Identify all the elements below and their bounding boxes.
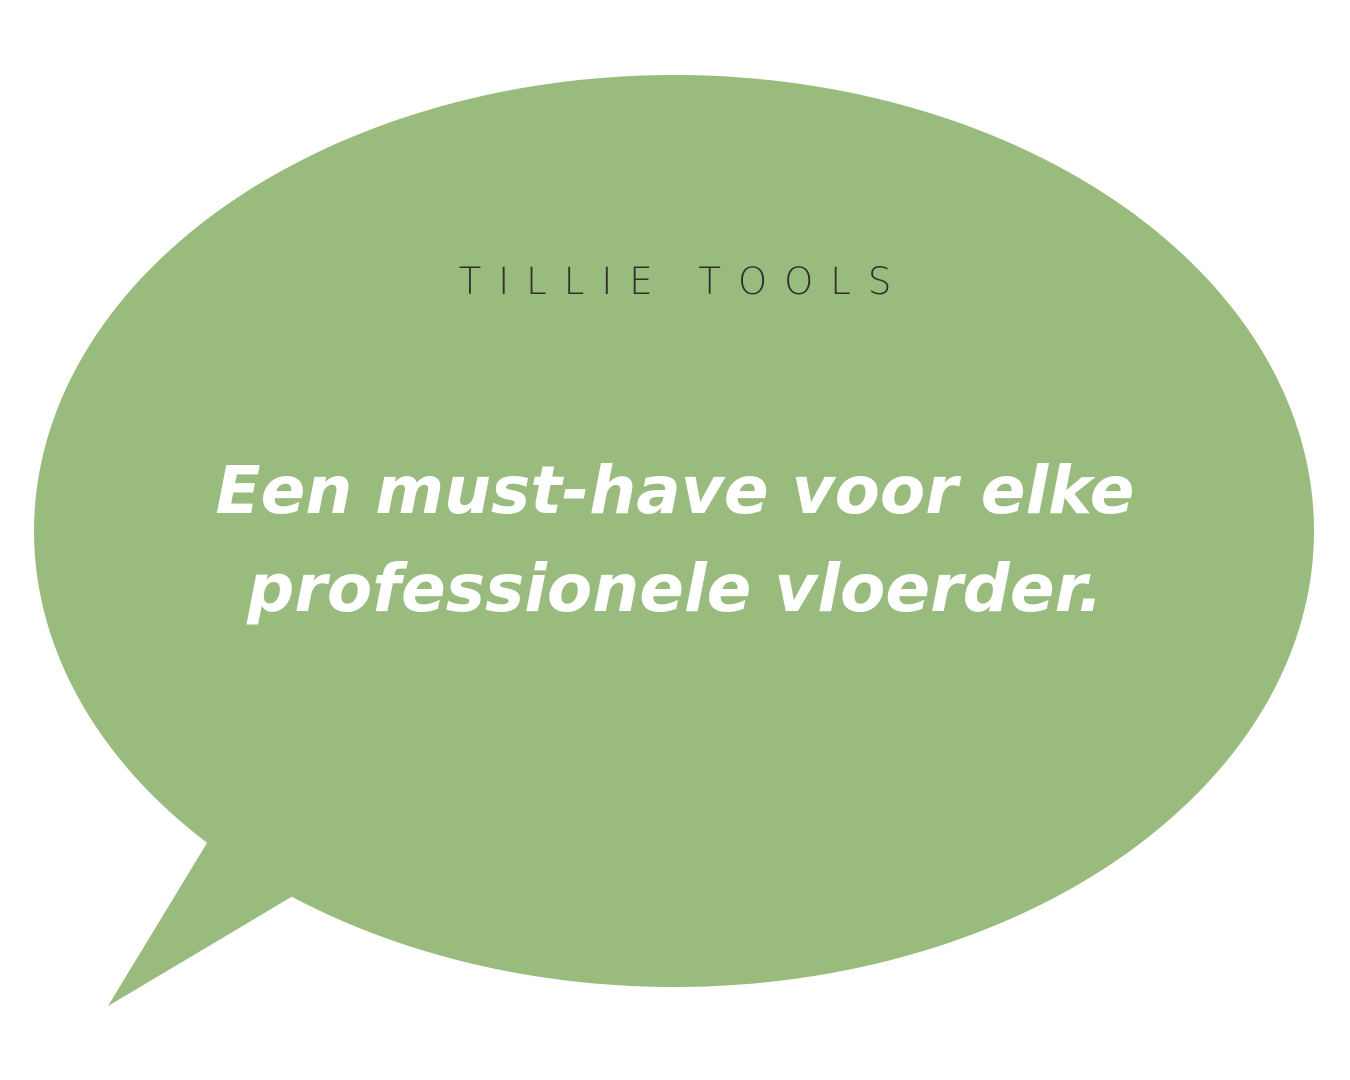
- brand-name: TILLIE TOOLS: [458, 260, 909, 303]
- quote-line-2: professionele vloerder.: [247, 550, 1103, 627]
- quote-text: Een must-have voor elke professionele vl…: [175, 442, 1175, 638]
- quote-line-1: Een must-have voor elke: [215, 452, 1135, 529]
- speech-bubble-graphic: TILLIE TOOLS Een must-have voor elke pro…: [0, 0, 1350, 1080]
